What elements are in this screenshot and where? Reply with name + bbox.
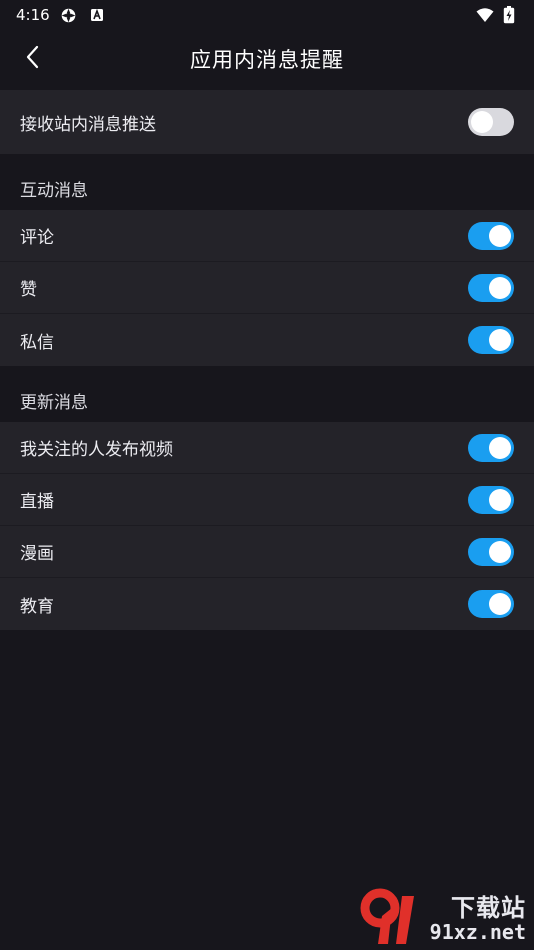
like-toggle[interactable] — [468, 273, 514, 302]
toggle-knob — [471, 111, 493, 133]
like-label: 赞 — [20, 280, 37, 300]
list-item: 私信 — [0, 314, 534, 366]
followed-video-label: 我关注的人发布视频 — [20, 440, 173, 460]
section-title-interaction: 互动消息 — [20, 181, 88, 201]
education-label: 教育 — [20, 596, 54, 617]
chevron-left-icon — [25, 45, 39, 73]
status-time: 4:16 — [16, 6, 50, 24]
comment-label: 评论 — [20, 228, 54, 248]
toggle-knob — [489, 436, 511, 459]
toggle-knob — [489, 488, 511, 511]
list-item: 直播 — [0, 474, 534, 526]
status-left: 4:16 — [16, 6, 106, 24]
list-item: 我关注的人发布视频 — [0, 422, 534, 474]
list-item: 漫画 — [0, 526, 534, 578]
live-toggle[interactable] — [468, 485, 514, 514]
battery-charging-icon — [500, 6, 518, 24]
toggle-knob — [489, 329, 511, 351]
watermark: 91 下载站 91xz.net — [358, 888, 528, 946]
section-title-updates: 更新消息 — [20, 393, 88, 413]
watermark-url: 91xz.net — [429, 920, 526, 944]
watermark-title: 下载站 — [451, 894, 526, 922]
comics-label: 漫画 — [20, 544, 54, 564]
status-bar: 4:16 — [0, 0, 534, 30]
master-card: 接收站内消息推送 — [0, 90, 534, 154]
settings-gear-icon — [60, 6, 78, 24]
live-label: 直播 — [20, 492, 54, 512]
header: 应用内消息提醒 — [0, 30, 534, 88]
private-message-label: 私信 — [20, 332, 54, 353]
toggle-knob — [489, 540, 511, 563]
list-item: 教育 — [0, 578, 534, 630]
master-push-label: 接收站内消息推送 — [20, 114, 156, 135]
toggle-knob — [489, 593, 511, 615]
interaction-card: 评论 赞 私信 — [0, 210, 534, 366]
private-message-toggle[interactable] — [468, 326, 514, 354]
master-push-toggle[interactable] — [468, 108, 514, 136]
comment-toggle[interactable] — [468, 221, 514, 250]
a-box-icon — [88, 6, 106, 24]
updates-card: 我关注的人发布视频 直播 漫画 教育 — [0, 422, 534, 630]
master-push-row: 接收站内消息推送 — [0, 90, 534, 154]
watermark-logo-icon: 91 — [358, 888, 420, 950]
page-title: 应用内消息提醒 — [190, 48, 344, 72]
toggle-knob — [489, 224, 511, 247]
status-right — [476, 6, 518, 24]
education-toggle[interactable] — [468, 590, 514, 618]
comics-toggle[interactable] — [468, 537, 514, 566]
toggle-knob — [489, 276, 511, 299]
list-item: 赞 — [0, 262, 534, 314]
wifi-icon — [476, 6, 494, 24]
back-button[interactable] — [12, 30, 52, 88]
list-item: 评论 — [0, 210, 534, 262]
followed-video-toggle[interactable] — [468, 433, 514, 462]
